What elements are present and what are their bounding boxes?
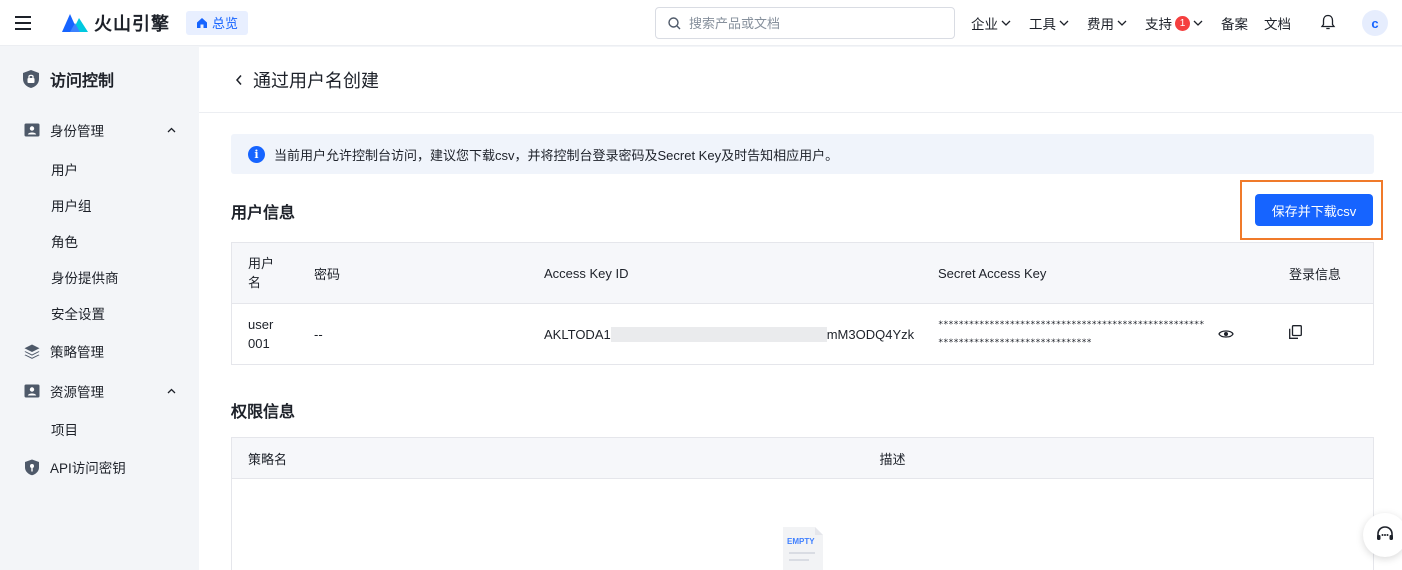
hamburger-icon bbox=[15, 15, 31, 30]
nav-support-label: 支持 bbox=[1145, 17, 1172, 32]
sidebar-title: 访问控制 bbox=[22, 67, 114, 91]
sidebar-group-resource-label: 资源管理 bbox=[50, 385, 104, 400]
nav-billing-label: 费用 bbox=[1087, 17, 1114, 32]
sidebar-group-api-keys-label: API访问密钥 bbox=[50, 461, 126, 476]
layers-icon bbox=[24, 344, 40, 359]
permission-info-title: 权限信息 bbox=[231, 404, 296, 421]
header-login-info: 登录信息 bbox=[1289, 266, 1342, 282]
cell-secret-access-key: ****************************************… bbox=[922, 304, 1273, 364]
nav-filing[interactable]: 备案 bbox=[1221, 13, 1248, 33]
save-and-download-csv-button[interactable]: 保存并下载csv bbox=[1255, 194, 1373, 226]
header-policy-name: 策略名 bbox=[248, 451, 288, 467]
secret-line-1: ****************************************… bbox=[938, 320, 1205, 330]
ak-masked-region bbox=[610, 326, 827, 342]
header-description: 描述 bbox=[879, 451, 906, 467]
cell-access-key-id: AKLTODA1 mM3ODQ4Yzk bbox=[528, 304, 922, 364]
secret-line-2: ****************************** bbox=[938, 338, 1092, 348]
volcano-logo-icon bbox=[62, 13, 88, 32]
sidebar-item-projects[interactable]: 项目 bbox=[51, 419, 78, 439]
eye-icon bbox=[1218, 330, 1234, 338]
nav-tools[interactable]: 工具 bbox=[1029, 13, 1069, 33]
logo[interactable]: 火山引擎 bbox=[62, 10, 170, 36]
support-badge: 1 bbox=[1175, 15, 1190, 31]
empty-label: EMPTY bbox=[787, 537, 815, 546]
info-icon: i bbox=[248, 145, 265, 163]
copy-icon bbox=[1289, 325, 1302, 339]
sidebar-item-identity-providers[interactable]: 身份提供商 bbox=[51, 267, 119, 287]
header-password: 密码 bbox=[314, 266, 341, 282]
chevron-down-icon bbox=[1059, 20, 1069, 26]
search-box[interactable] bbox=[655, 7, 955, 39]
header-username: 用户名 bbox=[248, 256, 275, 290]
headset-icon bbox=[1377, 526, 1393, 540]
empty-state: EMPTY bbox=[781, 525, 825, 570]
logo-text: 火山引擎 bbox=[94, 13, 170, 34]
header-access-key-id: Access Key ID bbox=[544, 265, 629, 281]
sidebar-group-api-keys[interactable]: API访问密钥 bbox=[24, 457, 176, 477]
bell-icon bbox=[1320, 14, 1336, 30]
sidebar-group-policy[interactable]: 策略管理 bbox=[24, 341, 176, 361]
chevron-up-icon bbox=[167, 127, 176, 133]
nav-enterprise-label: 企业 bbox=[971, 17, 998, 32]
nav-docs[interactable]: 文档 bbox=[1264, 13, 1291, 33]
main-content: 通过用户名创建 i 当前用户允许控制台访问，建议您下载csv，并将控制台登录密码… bbox=[199, 47, 1402, 570]
shield-key-icon bbox=[25, 459, 39, 475]
nav-tools-label: 工具 bbox=[1029, 17, 1056, 32]
notification-button[interactable] bbox=[1320, 14, 1336, 34]
ak-suffix: mM3ODQ4Yzk bbox=[826, 326, 915, 342]
sidebar-group-policy-label: 策略管理 bbox=[50, 345, 104, 360]
copy-login-info-button[interactable] bbox=[1289, 325, 1302, 339]
overview-label: 总览 bbox=[212, 16, 239, 31]
table-row: user001 -- AKLTODA1 mM3ODQ4Yzk **********… bbox=[232, 304, 1373, 364]
table-header-row: 用户名 密码 Access Key ID Secret Access Key 登… bbox=[232, 243, 1373, 304]
chevron-down-icon bbox=[1193, 20, 1203, 26]
sidebar-title-label: 访问控制 bbox=[50, 73, 115, 90]
header-secret-access-key: Secret Access Key bbox=[938, 265, 1047, 281]
top-nav: 企业 工具 费用 支持 1 备案 文档 bbox=[971, 0, 1307, 46]
cell-login-info bbox=[1273, 304, 1373, 364]
lock-shield-icon bbox=[23, 70, 39, 88]
chevron-down-icon bbox=[1001, 20, 1011, 26]
home-icon bbox=[197, 17, 207, 28]
info-alert: i 当前用户允许控制台访问，建议您下载csv，并将控制台登录密码及Secret … bbox=[231, 134, 1374, 174]
user-avatar[interactable]: c bbox=[1362, 10, 1388, 36]
sidebar-group-resource[interactable]: 资源管理 bbox=[24, 381, 176, 401]
sidebar-item-user-groups[interactable]: 用户组 bbox=[51, 195, 92, 215]
sidebar-item-security-settings[interactable]: 安全设置 bbox=[51, 303, 105, 323]
overview-button[interactable]: 总览 bbox=[186, 10, 249, 35]
nav-support[interactable]: 支持 1 bbox=[1145, 13, 1203, 33]
chevron-down-icon bbox=[1117, 20, 1127, 26]
hamburger-menu-button[interactable] bbox=[0, 0, 46, 46]
sidebar-group-identity[interactable]: 身份管理 bbox=[24, 120, 176, 140]
back-button[interactable] bbox=[235, 74, 243, 86]
sidebar-item-users[interactable]: 用户 bbox=[51, 159, 78, 179]
cell-username: user001 bbox=[248, 317, 274, 351]
id-card-icon bbox=[24, 123, 40, 137]
secret-masked-value: ****************************************… bbox=[938, 316, 1204, 352]
cell-password: -- bbox=[314, 326, 323, 342]
nav-enterprise[interactable]: 企业 bbox=[971, 13, 1011, 33]
search-input[interactable] bbox=[689, 15, 929, 31]
page-header: 通过用户名创建 bbox=[199, 47, 1402, 113]
top-bar: 火山引擎 总览 企业 工具 费用 支持 1 备案 文档 c bbox=[0, 0, 1402, 46]
empty-document-icon: EMPTY bbox=[783, 527, 823, 570]
table-header-row: 策略名 描述 bbox=[232, 438, 1373, 479]
reveal-secret-button[interactable] bbox=[1218, 328, 1234, 340]
chevron-left-icon bbox=[235, 74, 242, 85]
id-card-icon bbox=[24, 384, 40, 398]
chevron-up-icon bbox=[167, 388, 176, 394]
page-title: 通过用户名创建 bbox=[253, 70, 379, 91]
nav-billing[interactable]: 费用 bbox=[1087, 13, 1127, 33]
sidebar-group-identity-label: 身份管理 bbox=[50, 124, 104, 139]
alert-text: 当前用户允许控制台访问，建议您下载csv，并将控制台登录密码及Secret Ke… bbox=[274, 147, 839, 163]
sidebar: 访问控制 身份管理 用户 用户组 角色 身份提供商 安全设置 策略管理 资源管理… bbox=[0, 47, 199, 570]
support-chat-button[interactable] bbox=[1363, 513, 1402, 557]
user-info-table: 用户名 密码 Access Key ID Secret Access Key 登… bbox=[231, 242, 1374, 365]
sidebar-item-roles[interactable]: 角色 bbox=[51, 231, 78, 251]
ak-prefix: AKLTODA1 bbox=[544, 326, 611, 342]
search-icon bbox=[668, 16, 681, 29]
user-info-title: 用户信息 bbox=[231, 205, 296, 222]
